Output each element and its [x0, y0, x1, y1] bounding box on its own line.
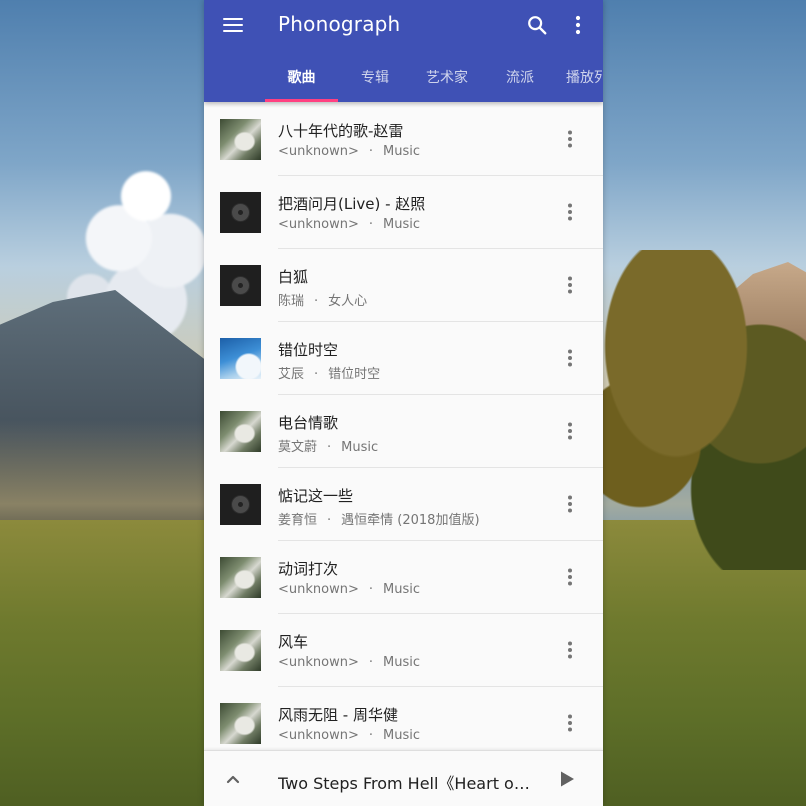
wallpaper-trees	[580, 250, 806, 570]
menu-icon[interactable]	[223, 16, 245, 34]
now-playing-title: Two Steps From Hell《Heart of Courage》	[278, 774, 534, 793]
tab-genres[interactable]: 流派	[490, 56, 550, 102]
song-title: 风雨无阻 - 周华健	[278, 706, 398, 724]
play-icon[interactable]	[558, 770, 576, 788]
album-art	[220, 411, 261, 452]
album-art	[220, 265, 261, 306]
song-album: 女人心	[328, 294, 368, 309]
more-vert-icon[interactable]	[560, 567, 580, 587]
song-list: 八十年代的歌-赵雷 <unknown> · Music 把酒问月(Live) - 赵…	[204, 103, 603, 749]
search-icon[interactable]	[526, 14, 548, 36]
song-album: Music	[341, 440, 379, 455]
song-album: Music	[383, 728, 420, 743]
song-subtitle: <unknown> · Music	[278, 582, 538, 597]
song-artist: <unknown>	[278, 144, 359, 159]
song-title: 把酒问月(Live) - 赵照	[278, 195, 426, 213]
separator: ·	[368, 217, 373, 232]
tab-artists[interactable]: 艺术家	[414, 56, 480, 102]
song-artist: <unknown>	[278, 728, 359, 743]
song-artist: 姜育恒	[278, 513, 318, 528]
song-row[interactable]: 电台情歌 莫文蔚 · Music	[204, 395, 603, 468]
separator: ·	[327, 440, 332, 455]
song-row[interactable]: 风雨无阻 - 周华健 <unknown> · Music	[204, 687, 603, 749]
album-art	[220, 703, 261, 744]
song-row[interactable]: 动词打次 <unknown> · Music	[204, 541, 603, 614]
more-vert-icon[interactable]	[560, 494, 580, 514]
album-art	[220, 338, 261, 379]
song-title: 惦记这一些	[278, 487, 354, 505]
song-album: Music	[383, 217, 420, 232]
more-vert-icon[interactable]	[560, 275, 580, 295]
separator: ·	[327, 513, 332, 528]
tab-indicator	[265, 99, 338, 102]
song-row[interactable]: 白狐 陈瑞 · 女人心	[204, 249, 603, 322]
app-title: Phonograph	[278, 12, 401, 36]
song-row[interactable]: 错位时空 艾辰 · 错位时空	[204, 322, 603, 395]
tab-albums[interactable]: 专辑	[342, 56, 408, 102]
song-title: 八十年代的歌-赵雷	[278, 122, 404, 140]
separator: ·	[314, 294, 319, 309]
song-row[interactable]: 把酒问月(Live) - 赵照 <unknown> · Music	[204, 176, 603, 249]
song-subtitle: <unknown> · Music	[278, 144, 538, 159]
phonograph-app: Phonograph 歌曲 专辑 艺术家 流派 播放列表 八十年代的歌-赵雷 <…	[204, 0, 603, 806]
song-subtitle: <unknown> · Music	[278, 655, 538, 670]
song-artist: <unknown>	[278, 655, 359, 670]
song-subtitle: 莫文蔚 · Music	[278, 436, 538, 455]
mini-player[interactable]: Two Steps From Hell《Heart of Courage》	[204, 750, 603, 806]
song-title: 风车	[278, 633, 309, 651]
album-art	[220, 557, 261, 598]
song-title: 错位时空	[278, 341, 339, 359]
separator: ·	[314, 367, 319, 382]
song-album: 遇恒牵情 (2018加值版)	[341, 513, 480, 528]
song-artist: <unknown>	[278, 217, 359, 232]
separator: ·	[368, 582, 373, 597]
album-art	[220, 630, 261, 671]
album-art	[220, 192, 261, 233]
song-subtitle: <unknown> · Music	[278, 728, 538, 743]
song-title: 白狐	[278, 268, 309, 286]
more-vert-icon[interactable]	[560, 348, 580, 368]
song-artist: 陈瑞	[278, 294, 305, 309]
app-bar: Phonograph 歌曲 专辑 艺术家 流派 播放列表	[204, 0, 603, 102]
song-row[interactable]: 八十年代的歌-赵雷 <unknown> · Music	[204, 103, 603, 176]
song-album: Music	[383, 144, 420, 159]
album-art	[220, 484, 261, 525]
more-vert-icon[interactable]	[560, 713, 580, 733]
song-subtitle: 姜育恒 · 遇恒牵情 (2018加值版)	[278, 509, 538, 528]
separator: ·	[368, 728, 373, 743]
song-album: Music	[383, 582, 420, 597]
more-vert-icon[interactable]	[560, 129, 580, 149]
chevron-up-icon[interactable]	[224, 770, 242, 788]
song-album: Music	[383, 655, 420, 670]
more-vert-icon[interactable]	[560, 421, 580, 441]
song-row[interactable]: 风车 <unknown> · Music	[204, 614, 603, 687]
song-subtitle: 陈瑞 · 女人心	[278, 290, 538, 309]
album-art	[220, 119, 261, 160]
more-vert-icon[interactable]	[570, 14, 586, 36]
song-artist: 艾辰	[278, 367, 305, 382]
song-artist: <unknown>	[278, 582, 359, 597]
more-vert-icon[interactable]	[560, 640, 580, 660]
song-artist: 莫文蔚	[278, 440, 318, 455]
separator: ·	[368, 655, 373, 670]
song-subtitle: 艾辰 · 错位时空	[278, 363, 538, 382]
song-title: 动词打次	[278, 560, 339, 578]
song-title: 电台情歌	[278, 414, 339, 432]
song-subtitle: <unknown> · Music	[278, 217, 538, 232]
tab-bar: 歌曲 专辑 艺术家 流派 播放列表	[204, 56, 604, 102]
song-row[interactable]: 惦记这一些 姜育恒 · 遇恒牵情 (2018加值版)	[204, 468, 603, 541]
more-vert-icon[interactable]	[560, 202, 580, 222]
separator: ·	[368, 144, 373, 159]
tab-songs[interactable]: 歌曲	[265, 56, 338, 102]
song-album: 错位时空	[328, 367, 381, 382]
tab-playlists[interactable]: 播放列表	[566, 56, 603, 102]
